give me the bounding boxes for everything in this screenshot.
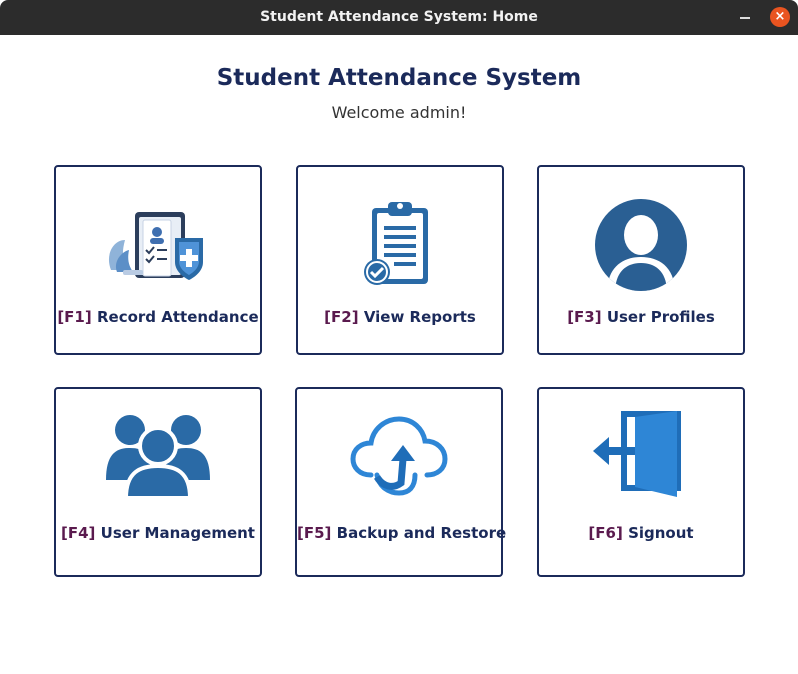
close-icon[interactable]: ×: [770, 7, 790, 27]
user-management-label: [F4] User Management: [61, 524, 255, 542]
record-attendance-label: [F1] Record Attendance: [57, 308, 259, 326]
signout-button[interactable]: [F6] Signout: [537, 387, 745, 577]
window-title: Student Attendance System: Home: [260, 9, 538, 25]
backup-restore-button[interactable]: [F5] Backup and Restore: [295, 387, 507, 577]
cloud-upload-icon: [297, 407, 501, 503]
signout-door-icon: [539, 407, 743, 503]
user-profiles-label: [F3] User Profiles: [567, 308, 715, 326]
user-profile-icon: [539, 197, 743, 293]
view-reports-button[interactable]: [F2] View Reports: [296, 165, 504, 355]
record-attendance-button[interactable]: [F1] Record Attendance: [54, 165, 262, 355]
clipboard-report-icon: [298, 197, 502, 293]
home-screen: Student Attendance System Welcome admin!: [0, 35, 798, 674]
user-management-button[interactable]: [F4] User Management: [54, 387, 262, 577]
attendance-record-icon: [56, 197, 260, 293]
welcome-message: Welcome admin!: [331, 103, 467, 122]
window-titlebar: Student Attendance System: Home ×: [0, 0, 798, 35]
user-profiles-button[interactable]: [F3] User Profiles: [537, 165, 745, 355]
signout-label: [F6] Signout: [588, 524, 694, 542]
backup-restore-label: [F5] Backup and Restore: [297, 524, 507, 542]
user-group-icon: [56, 407, 260, 503]
view-reports-label: [F2] View Reports: [324, 308, 476, 326]
minimize-icon[interactable]: [740, 17, 750, 19]
page-title: Student Attendance System: [216, 65, 582, 91]
